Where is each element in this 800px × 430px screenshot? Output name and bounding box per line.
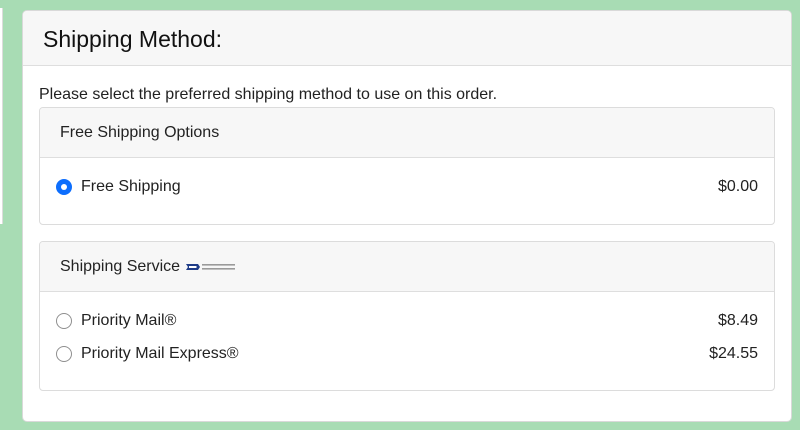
free-shipping-panel-title: Free Shipping Options bbox=[60, 123, 220, 141]
option-label: Priority Mail Express® bbox=[81, 345, 239, 362]
page-title: Shipping Method: bbox=[43, 26, 223, 52]
shipping-method-card: Shipping Method: Please select the prefe… bbox=[22, 10, 792, 422]
free-shipping-panel-header: Free Shipping Options bbox=[40, 108, 774, 158]
shipping-option-priority-mail-express[interactable]: Priority Mail Express® $24.55 bbox=[56, 343, 758, 365]
option-label: Priority Mail® bbox=[81, 312, 177, 329]
usps-logo-icon bbox=[185, 261, 237, 273]
adjacent-panel-edge bbox=[0, 8, 3, 224]
radio-free-shipping[interactable] bbox=[56, 179, 72, 195]
shipping-option-priority-mail[interactable]: Priority Mail® $8.49 bbox=[56, 310, 758, 332]
shipping-service-panel-header: Shipping Service bbox=[40, 242, 774, 292]
shipping-instructions: Please select the preferred shipping met… bbox=[39, 86, 498, 103]
free-shipping-panel: Free Shipping Options Free Shipping $0.0… bbox=[39, 107, 775, 225]
shipping-service-panel-title: Shipping Service bbox=[60, 257, 181, 275]
option-price: $0.00 bbox=[717, 178, 758, 195]
radio-priority-mail-express[interactable] bbox=[56, 346, 72, 362]
option-label: Free Shipping bbox=[81, 178, 181, 195]
shipping-option-free-shipping[interactable]: Free Shipping $0.00 bbox=[56, 176, 758, 198]
option-price: $24.55 bbox=[709, 345, 758, 362]
option-price: $8.49 bbox=[717, 312, 758, 329]
shipping-method-header: Shipping Method: bbox=[23, 11, 791, 66]
radio-priority-mail[interactable] bbox=[56, 313, 72, 329]
shipping-service-panel: Shipping Service Priority Mail® $8.49 Pr… bbox=[39, 241, 775, 391]
